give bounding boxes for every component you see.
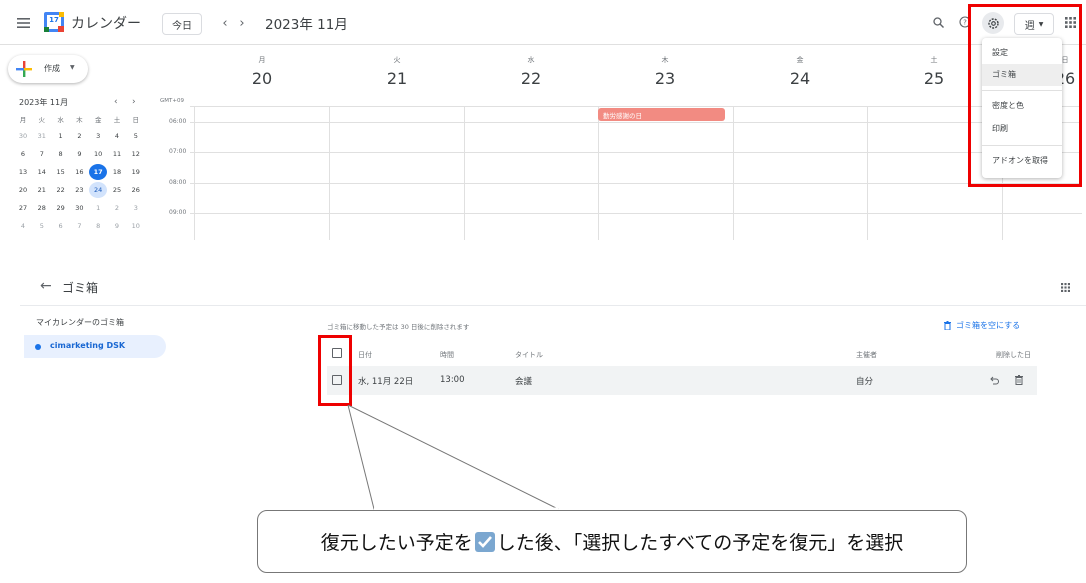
instruction-callout: 復元したい予定を した後、「選択したすべての予定を復元」を選択 xyxy=(257,510,967,573)
row-time: 13:00 xyxy=(440,375,465,385)
trash-sidebar-heading: マイカレンダーのゴミ箱 xyxy=(36,318,124,327)
column-deleted: 削除した日 xyxy=(996,351,1031,359)
trash-calendar-item[interactable]: cimarketing DSK xyxy=(24,335,166,358)
back-arrow-icon[interactable]: ← xyxy=(40,278,52,294)
trash-calendar-name: cimarketing DSK xyxy=(50,341,126,350)
callout-pointer xyxy=(347,405,559,511)
column-organizer: 主催者 xyxy=(856,351,877,359)
trash-header-divider xyxy=(20,305,1086,306)
restore-icon[interactable] xyxy=(990,375,1000,385)
calendar-color-dot xyxy=(35,344,41,350)
week-grid: 06:00 07:00 08:00 09:00 xyxy=(0,0,1086,250)
grid-column-divider xyxy=(464,106,465,240)
table-row[interactable]: 水, 11月 22日 13:00 会議 自分 xyxy=(327,366,1037,395)
time-label: 09:00 xyxy=(169,209,187,216)
holiday-event[interactable]: 勤労感謝の日 xyxy=(598,108,725,121)
grid-column-divider xyxy=(329,106,330,240)
column-time: 時間 xyxy=(440,351,454,359)
callout-text-after: した後、「選択したすべての予定を復元」を選択 xyxy=(496,532,904,554)
grid-top-line xyxy=(190,106,1082,107)
trash-bin-icon xyxy=(944,320,951,330)
delete-forever-icon[interactable] xyxy=(1015,375,1023,385)
grid-column-divider xyxy=(194,106,195,240)
checkmark-box-icon xyxy=(474,531,495,552)
column-title: タイトル xyxy=(515,351,543,359)
row-organizer: 自分 xyxy=(856,377,874,387)
row-date: 水, 11月 22日 xyxy=(358,377,414,387)
grid-column-divider xyxy=(867,106,868,240)
highlight-box-settings xyxy=(968,4,1082,187)
grid-column-divider xyxy=(733,106,734,240)
trash-title: ゴミ箱 xyxy=(62,281,99,295)
empty-trash-button[interactable]: ゴミ箱を空にする xyxy=(944,319,1020,331)
grid-hour-line xyxy=(190,213,1082,214)
row-title: 会議 xyxy=(515,377,533,387)
grid-hour-line xyxy=(190,183,1082,184)
time-label: 07:00 xyxy=(169,148,187,155)
grid-column-divider xyxy=(598,106,599,240)
time-label: 06:00 xyxy=(169,118,187,125)
highlight-box-checkboxes xyxy=(318,335,352,406)
trash-apps-icon[interactable] xyxy=(1058,280,1072,294)
holiday-event-title: 勤労感謝の日 xyxy=(603,112,642,120)
time-label: 08:00 xyxy=(169,179,187,186)
empty-trash-label: ゴミ箱を空にする xyxy=(956,320,1021,330)
callout-text-before: 復元したい予定を xyxy=(320,532,473,554)
grid-hour-line xyxy=(190,122,1082,123)
grid-hour-line xyxy=(190,152,1082,153)
trash-notice: ゴミ箱に移動した予定は 30 日後に削除されます xyxy=(327,323,470,331)
column-date: 日付 xyxy=(358,351,372,359)
